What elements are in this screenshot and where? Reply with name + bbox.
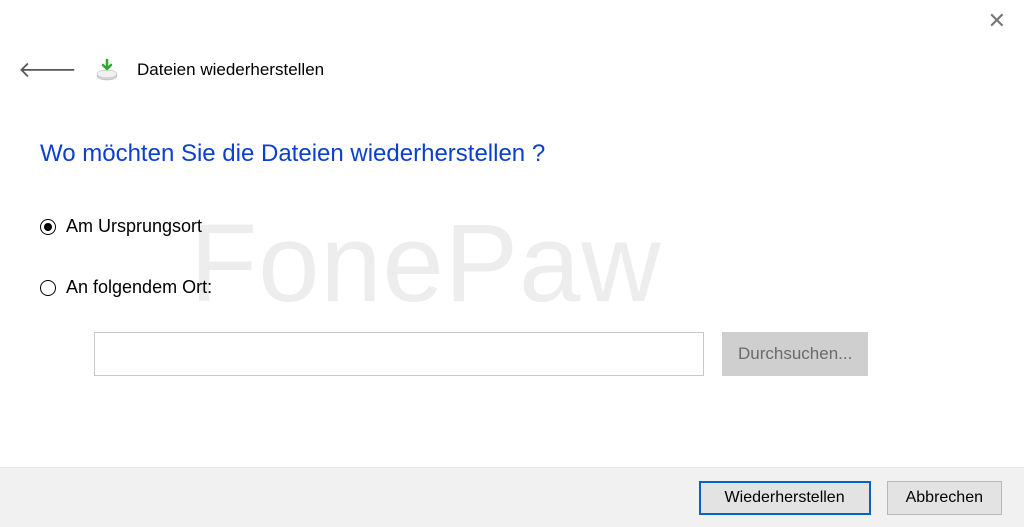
footer: Wiederherstellen Abbrechen [0, 467, 1024, 527]
restore-button[interactable]: Wiederherstellen [699, 481, 871, 515]
restore-app-icon [95, 58, 119, 82]
path-row: Durchsuchen... [94, 332, 984, 376]
radio-custom-label: An folgendem Ort: [66, 277, 212, 298]
radio-original-label: Am Ursprungsort [66, 216, 202, 237]
path-input[interactable] [94, 332, 704, 376]
option-original-location[interactable]: Am Ursprungsort [40, 216, 984, 237]
main-content: Wo möchten Sie die Dateien wiederherstel… [40, 140, 984, 376]
radio-custom-icon[interactable] [40, 280, 56, 296]
browse-button[interactable]: Durchsuchen... [722, 332, 868, 376]
close-icon[interactable]: ✕ [988, 10, 1006, 32]
page-heading: Wo möchten Sie die Dateien wiederherstel… [40, 140, 984, 168]
option-custom-location[interactable]: An folgendem Ort: [40, 277, 984, 298]
back-arrow-icon[interactable]: 🡐 [18, 59, 77, 81]
window-title: Dateien wiederherstellen [137, 60, 324, 80]
cancel-button[interactable]: Abbrechen [887, 481, 1002, 515]
header: 🡐 Dateien wiederherstellen [18, 58, 324, 82]
radio-original-icon[interactable] [40, 219, 56, 235]
